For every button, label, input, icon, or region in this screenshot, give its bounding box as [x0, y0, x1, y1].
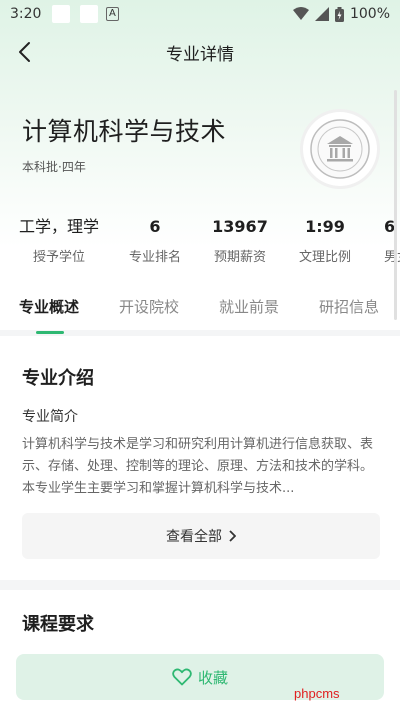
major-name: 计算机科学与技术	[22, 117, 227, 146]
view-all-label: 查看全部	[166, 529, 222, 545]
major-subtitle: 本科批·四年	[22, 160, 86, 174]
stat-label: 文理比例	[298, 250, 351, 265]
stat-salary: 13967 预期薪资	[197, 214, 283, 265]
view-all-button[interactable]: 查看全部	[22, 513, 380, 559]
wifi-icon	[292, 7, 309, 20]
stat-value: 6	[384, 217, 396, 236]
bottom-action-bar: 收藏	[0, 640, 400, 712]
nav-bar: 专业详情	[0, 28, 400, 76]
intro-text: 计算机科学与技术是学习和研究利用计算机进行信息获取、表示、存储、处理、控制等的理…	[22, 437, 374, 496]
battery-icon	[334, 6, 344, 22]
favorite-label: 收藏	[197, 668, 228, 687]
app-notification-icon: A	[106, 7, 119, 21]
stat-value: 6	[149, 217, 161, 236]
stat-ranking: 6 专业排名	[112, 214, 198, 265]
tab-overview[interactable]: 专业概述	[19, 296, 79, 317]
stat-arts-science-ratio: 1:99 文理比例	[282, 214, 368, 265]
stat-value: 1:99	[305, 217, 345, 236]
section-title: 专业介绍	[22, 368, 94, 389]
major-intro-card: 专业介绍 专业简介 计算机科学与技术是学习和研究利用计算机进行信息获取、表示、存…	[0, 336, 400, 580]
tab-universities[interactable]: 开设院校	[119, 296, 179, 317]
status-indicators: 100%	[292, 6, 390, 22]
tab-employment[interactable]: 就业前景	[219, 296, 279, 317]
tab-graduate-info[interactable]: 研招信息	[319, 296, 379, 317]
tab-bar: 专业概述 开设院校 就业前景 研招信息	[0, 286, 400, 334]
stat-label: 预期薪资	[213, 250, 266, 265]
stat-label: 男女	[384, 250, 400, 265]
stat-label: 专业排名	[128, 250, 181, 265]
status-bar: 3:20 A 100%	[0, 0, 400, 28]
scrollbar[interactable]	[394, 90, 397, 320]
stat-value: 13967	[212, 217, 268, 236]
heart-icon	[172, 668, 192, 686]
status-time: 3:20	[10, 6, 42, 22]
stat-value: 工学，理学	[18, 217, 99, 236]
chevron-right-icon	[229, 530, 236, 542]
back-arrow-icon	[19, 42, 30, 62]
active-tab-indicator	[36, 331, 64, 334]
notification-icon	[80, 5, 98, 23]
section-title: 课程要求	[22, 614, 94, 635]
stat-gender-ratio: 6 男女	[384, 214, 400, 265]
intro-subtitle: 专业简介	[22, 409, 78, 425]
university-logo-icon	[303, 112, 377, 186]
back-button[interactable]	[10, 38, 38, 66]
major-header: 计算机科学与技术 本科批·四年	[22, 112, 302, 175]
watermark: phpcms	[294, 686, 340, 701]
stat-label: 授予学位	[32, 250, 85, 265]
signal-icon	[314, 7, 329, 21]
page-title: 专业详情	[166, 44, 234, 65]
stat-degree: 工学，理学 授予学位	[16, 214, 102, 265]
notification-icon	[52, 5, 70, 23]
stats-row: 工学，理学 授予学位 6 专业排名 13967 预期薪资 1:99 文理比例 6…	[0, 214, 400, 274]
battery-percent: 100%	[349, 6, 390, 22]
